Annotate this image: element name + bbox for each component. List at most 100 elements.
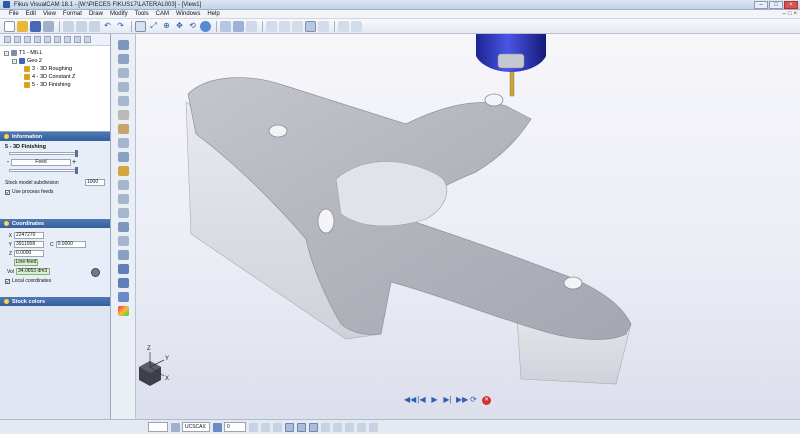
feed-plus-button[interactable]: + — [71, 159, 77, 166]
menu-modify[interactable]: Modify — [110, 11, 128, 17]
local-coordinates-checkbox[interactable]: ✔ — [5, 278, 10, 284]
menu-tools[interactable]: Tools — [135, 11, 149, 17]
minimize-button[interactable]: – — [754, 1, 768, 9]
pan-icon[interactable]: ✥ — [174, 21, 185, 32]
zoom-extents-icon[interactable]: ⤢ — [148, 21, 159, 32]
osnap-icon[interactable] — [297, 422, 306, 432]
stop-icon[interactable]: ✕ — [482, 396, 491, 405]
menu-format[interactable]: Format — [63, 11, 82, 17]
properties-icon[interactable] — [338, 20, 349, 32]
track-icon[interactable] — [309, 422, 318, 432]
ortho-icon[interactable] — [273, 422, 282, 432]
step-forward-icon[interactable]: ▶| — [443, 396, 452, 405]
maximize-button[interactable]: □ — [769, 1, 783, 9]
operator-icon[interactable] — [91, 268, 100, 277]
tree-item-tool[interactable]: − T1 - MILL — [4, 49, 106, 57]
reset-icon[interactable]: ⟳ — [469, 396, 478, 405]
tree-add-icon[interactable] — [14, 36, 21, 43]
globe-icon[interactable] — [200, 20, 211, 32]
tree-item-geometry[interactable]: − Geo 2 — [4, 57, 106, 65]
edit-icon[interactable] — [118, 124, 129, 134]
subdivision-input[interactable]: 1000 — [85, 179, 105, 186]
doc-restore-button[interactable]: □ — [788, 11, 792, 17]
view-mode-icon[interactable] — [233, 20, 244, 32]
view-cube-icon[interactable] — [220, 20, 231, 32]
simulate-icon[interactable] — [118, 264, 129, 274]
shading-icon[interactable] — [305, 20, 316, 32]
use-feeds-checkbox[interactable]: ✔ — [5, 189, 10, 195]
chain-icon[interactable] — [118, 96, 129, 106]
undo-icon[interactable]: ↶ — [102, 21, 113, 32]
tree-copy-icon[interactable] — [34, 36, 41, 43]
polar-icon[interactable] — [285, 422, 294, 432]
tool-path-icon[interactable] — [118, 250, 129, 260]
doc-close-button[interactable]: × — [793, 11, 797, 17]
layer-select[interactable]: 0 — [224, 422, 246, 432]
arc-icon[interactable] — [118, 82, 129, 92]
3d-viewport[interactable]: Z Y X — [136, 34, 800, 419]
rotate-icon[interactable]: ⟲ — [187, 21, 198, 32]
tree-run-icon[interactable] — [44, 36, 51, 43]
view-icon[interactable] — [118, 40, 129, 50]
filter-icon[interactable] — [249, 422, 258, 432]
step-back-icon[interactable]: |◀ — [417, 396, 426, 405]
trim-icon[interactable] — [118, 110, 129, 120]
coordinates-header[interactable]: Coordinates — [0, 219, 110, 228]
tree-delete-icon[interactable] — [24, 36, 31, 43]
extrude-icon[interactable] — [118, 152, 129, 162]
layer-icon[interactable] — [213, 422, 222, 432]
snap-grid-icon[interactable] — [261, 422, 270, 432]
collapse-icon[interactable]: − — [4, 50, 9, 56]
model-icon[interactable] — [333, 422, 342, 432]
lineweight-icon[interactable] — [321, 422, 330, 432]
layer-icon[interactable] — [292, 20, 303, 32]
grid-icon[interactable] — [279, 20, 290, 32]
annotation-icon[interactable] — [369, 422, 378, 432]
orientation-cube[interactable]: Z Y X — [139, 346, 169, 386]
tree-item-operation[interactable]: 4 - 3D Constant Z — [4, 73, 106, 81]
tree-post-icon[interactable] — [64, 36, 71, 43]
cs-icon[interactable] — [171, 422, 180, 432]
progress-slider[interactable] — [9, 150, 78, 157]
mesh-icon[interactable] — [118, 194, 129, 204]
menu-edit[interactable]: Edit — [26, 11, 36, 17]
dynamic-icon[interactable] — [345, 422, 354, 432]
new-file-icon[interactable] — [4, 20, 15, 32]
tree-options-icon[interactable] — [84, 36, 91, 43]
menu-draw[interactable]: Draw — [89, 11, 103, 17]
menu-help[interactable]: Help — [207, 11, 219, 17]
slider-thumb[interactable] — [75, 167, 78, 174]
cut-icon[interactable] — [63, 20, 74, 32]
tree-new-icon[interactable] — [4, 36, 11, 43]
feed-slider[interactable] — [9, 167, 78, 174]
rewind-icon[interactable]: ◀◀ — [404, 396, 416, 405]
open-folder-icon[interactable] — [17, 20, 28, 32]
zoom-icon[interactable] — [118, 54, 129, 64]
menu-file[interactable]: File — [9, 11, 19, 17]
wireframe-icon[interactable] — [318, 20, 329, 32]
measure-icon[interactable] — [351, 20, 362, 32]
doc-minimize-button[interactable]: – — [783, 11, 786, 17]
post-icon[interactable] — [118, 292, 129, 302]
tree-settings-icon[interactable] — [74, 36, 81, 43]
save-icon[interactable] — [30, 20, 41, 32]
menu-view[interactable]: View — [43, 11, 56, 17]
curve-icon[interactable] — [118, 68, 129, 78]
tree-item-operation[interactable]: 3 - 3D Roughing — [4, 65, 106, 73]
fast-forward-icon[interactable]: ▶▶ — [456, 396, 468, 405]
copy-icon[interactable] — [76, 20, 87, 32]
display-icon[interactable] — [246, 20, 257, 32]
offset-icon[interactable] — [118, 138, 129, 148]
paste-icon[interactable] — [89, 20, 100, 32]
transform-icon[interactable] — [118, 236, 129, 246]
slider-thumb[interactable] — [75, 150, 78, 157]
text-icon[interactable] — [118, 208, 129, 218]
close-button[interactable]: × — [784, 1, 798, 9]
dimension-icon[interactable] — [118, 222, 129, 232]
menu-cam[interactable]: CAM — [156, 11, 169, 17]
snap-icon[interactable] — [266, 20, 277, 32]
select-icon[interactable] — [135, 20, 146, 32]
print-icon[interactable] — [43, 20, 54, 32]
ucs-select[interactable]: UCSCAX — [182, 422, 210, 432]
collapse-icon[interactable]: − — [12, 58, 17, 64]
